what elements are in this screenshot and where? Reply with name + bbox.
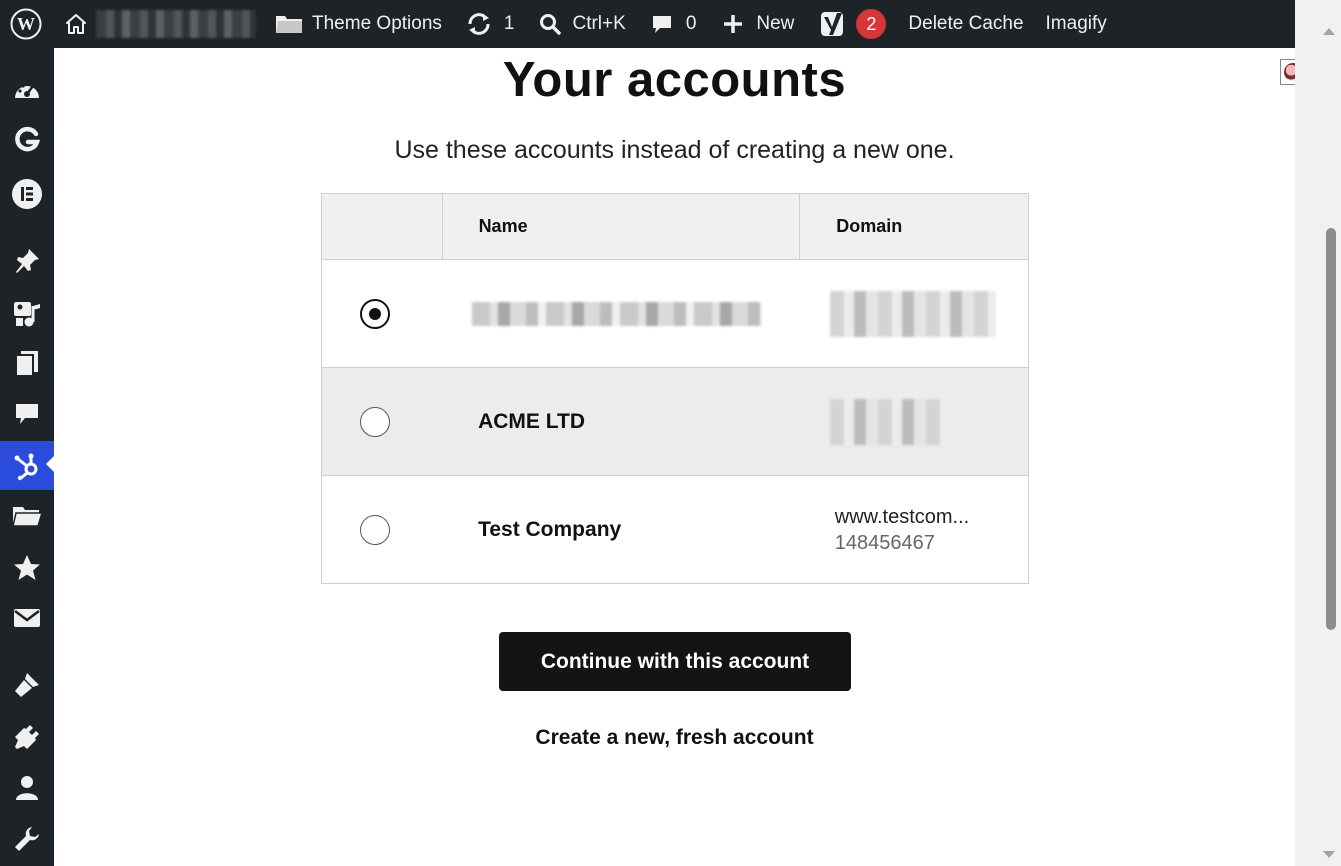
new-content-link[interactable]: New xyxy=(722,0,794,48)
accounts-table: Name Domain ACME LTD Test Company www.te… xyxy=(321,193,1029,584)
table-row[interactable]: Test Company www.testcom... 148456467 xyxy=(321,475,1029,584)
account-portal-id: 148456467 xyxy=(834,531,935,554)
account-domain-redacted xyxy=(829,398,950,445)
search-shortcut: Ctrl+K xyxy=(572,13,626,34)
folder-icon xyxy=(274,12,304,36)
main-content: Your accounts Use these accounts instead… xyxy=(54,48,1295,866)
updates-count: 1 xyxy=(503,13,515,34)
search-link[interactable]: Ctrl+K xyxy=(538,0,626,48)
pages-icon[interactable] xyxy=(0,340,54,386)
folder-icon[interactable] xyxy=(0,493,54,539)
account-name-redacted xyxy=(472,301,763,326)
updates-link[interactable]: 1 xyxy=(466,0,515,48)
site-name-redacted xyxy=(96,10,256,38)
scrollbar-thumb[interactable] xyxy=(1326,228,1336,630)
comments-count: 0 xyxy=(685,13,697,34)
header-name: Name xyxy=(442,193,801,260)
plus-icon xyxy=(722,13,744,35)
theme-options-link[interactable]: Theme Options xyxy=(274,0,442,48)
elementor-icon[interactable] xyxy=(0,171,54,217)
comment-icon xyxy=(650,12,674,36)
pin-icon[interactable] xyxy=(0,238,54,284)
account-radio-selected[interactable] xyxy=(360,298,390,329)
scroll-down-arrow-icon[interactable] xyxy=(1323,851,1335,858)
account-name: ACME LTD xyxy=(478,409,585,433)
header-domain: Domain xyxy=(799,193,1029,260)
g-icon[interactable] xyxy=(0,117,54,163)
new-label: New xyxy=(756,13,795,34)
user-icon[interactable] xyxy=(0,765,54,811)
refresh-icon xyxy=(466,12,492,36)
yoast-notification-badge: 2 xyxy=(856,9,887,39)
search-icon xyxy=(538,12,562,36)
page-title: Your accounts xyxy=(502,53,847,107)
admin-sidebar xyxy=(0,48,54,866)
hubspot-icon[interactable] xyxy=(0,441,54,490)
brush-icon[interactable] xyxy=(0,662,54,708)
account-radio[interactable] xyxy=(360,514,390,545)
table-row[interactable] xyxy=(321,259,1029,368)
page-subtitle: Use these accounts instead of creating a… xyxy=(394,136,955,164)
svg-text:W: W xyxy=(17,14,35,34)
yoast-icon xyxy=(820,9,848,39)
site-home-link[interactable] xyxy=(52,0,256,48)
comments-link[interactable]: 0 xyxy=(650,0,697,48)
star-icon[interactable] xyxy=(0,545,54,591)
home-icon xyxy=(64,12,88,36)
header-select xyxy=(321,193,443,260)
delete-cache-link[interactable]: Delete Cache xyxy=(908,0,1023,48)
account-radio[interactable] xyxy=(360,406,390,437)
account-domain-redacted xyxy=(829,290,996,337)
continue-button[interactable]: Continue with this account xyxy=(499,632,851,691)
plugin-icon[interactable] xyxy=(0,714,54,760)
theme-options-label: Theme Options xyxy=(312,13,442,34)
imagify-link[interactable]: Imagify xyxy=(1046,0,1107,48)
table-row[interactable]: ACME LTD xyxy=(321,367,1029,476)
comments-icon[interactable] xyxy=(0,391,54,437)
table-header-row: Name Domain xyxy=(321,193,1029,260)
yoast-seo-link[interactable]: 2 xyxy=(820,0,887,48)
wordpress-logo-icon[interactable]: W xyxy=(0,0,52,48)
wrench-icon[interactable] xyxy=(0,816,54,862)
scroll-up-arrow-icon[interactable] xyxy=(1323,28,1335,35)
create-account-link[interactable]: Create a new, fresh account xyxy=(54,726,1295,750)
mail-icon[interactable] xyxy=(0,595,54,641)
account-domain: www.testcom... xyxy=(834,505,970,528)
dashboard-icon[interactable] xyxy=(0,68,54,114)
admin-bar: W Theme Options 1 Ctrl+K 0 New 2 Delete … xyxy=(0,0,1341,48)
account-name: Test Company xyxy=(478,517,622,541)
media-icon[interactable] xyxy=(0,290,54,336)
